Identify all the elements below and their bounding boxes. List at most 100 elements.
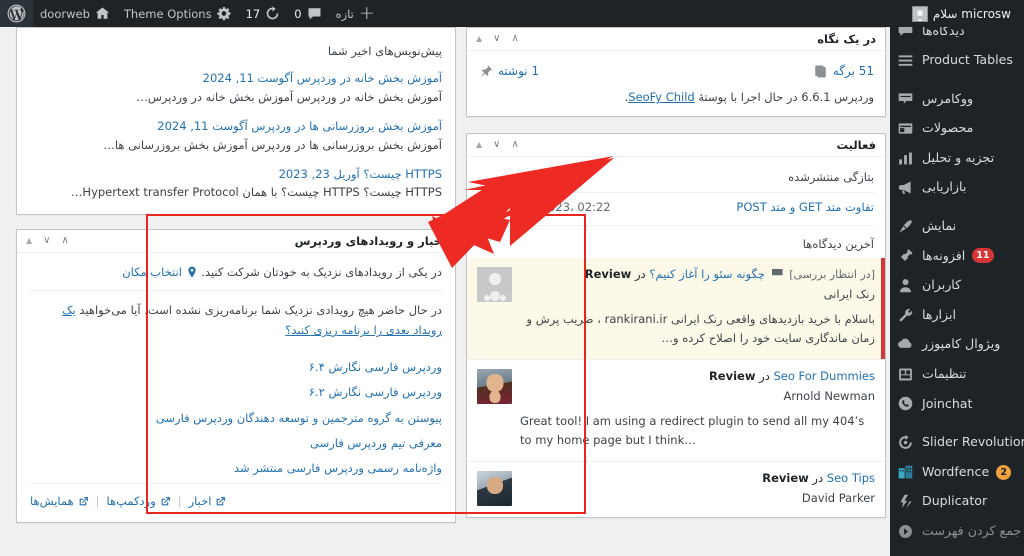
sidebar-item-users[interactable]: کاربران (890, 271, 1024, 301)
comment-post-link[interactable]: Seo Tips (827, 471, 875, 485)
sidebar-item-visual-composer[interactable]: ویژوال کامپوزر (890, 330, 1024, 360)
sidebar-item-plugins[interactable]: 11 افزونه‌ها (890, 241, 1024, 271)
sidebar-separator (890, 419, 1024, 428)
draft-heading[interactable]: آموزش بخش خانه در وردپرس آگوست 11, 2024 (30, 69, 442, 87)
updates-icon (266, 6, 279, 20)
draft-date: آگوست 11, 2024 (157, 119, 248, 134)
draft-date: آگوست 11, 2024 (202, 71, 294, 86)
sidebar-item-label: کاربران (922, 277, 962, 293)
tools-wrench-icon (896, 306, 915, 325)
account-menu[interactable]: سلام microsw (905, 0, 1018, 27)
sidebar-item-settings[interactable]: تنظیمات (890, 360, 1024, 390)
admin-bar-right: doorweb Theme Options 17 0 + تازه (0, 0, 382, 27)
sidebar-item-woocommerce[interactable]: ووکامرس (890, 84, 1024, 114)
draft-item: آموزش بخش خانه در وردپرس آگوست 11, 2024 … (30, 69, 442, 106)
sidebar-item-marketing[interactable]: بازاریابی (890, 173, 1024, 203)
no-events-note: در حال حاضر هیچ رویدادی نزدیک شما برنامه… (30, 290, 442, 350)
wordpress-logo-button[interactable] (0, 0, 33, 27)
draft-heading[interactable]: HTTPS چیست؟ آوریل 23, 2023 (30, 165, 442, 183)
toggle-panel-up-icon[interactable]: ∧ (61, 235, 68, 246)
comment-heading: [در انتظار بررسی] چگونه سئو را آغاز کنیم… (520, 267, 875, 281)
glance-posts-link[interactable]: 1 نوشته (478, 62, 539, 81)
admin-sidebar-menu: دیدگاه‌ها Product Tables ووکامرس محص (890, 0, 1024, 556)
sidebar-item-product-tables[interactable]: Product Tables (890, 46, 1024, 76)
order-higher-icon[interactable]: ▲ (476, 140, 482, 149)
panel-body: در یکی از رویدادهای نزدیک به خودتان شرکت… (17, 253, 455, 522)
draft-title-text: آموزش بخش بروزرسانی ها در وردپرس (251, 119, 442, 134)
toggle-panel-down-icon[interactable]: ∨ (493, 139, 500, 150)
order-higher-icon[interactable]: ▲ (26, 236, 32, 245)
news-link-item[interactable]: واژه‌نامه رسمی وردپرس فارسی منتشر شد (30, 456, 442, 481)
sidebar-item-products[interactable]: محصولات (890, 114, 1024, 144)
comment-text: Great tool! I am using a redirect plugin… (520, 413, 865, 447)
activity-title: فعالیت (836, 137, 876, 152)
news-link-item[interactable]: وردپرس فارسی نگارش ۶.۲ (30, 380, 442, 405)
draft-excerpt: HTTPS چیست؟ HTTPS چیست؟ با همان Hypertex… (70, 185, 442, 200)
sidebar-item-label: Joinchat (922, 395, 973, 411)
comments-button[interactable]: 0 (287, 0, 328, 27)
sidebar-item-wordfence[interactable]: 2 Wordfence (890, 457, 1024, 487)
comment-in-word: در (634, 266, 646, 281)
comment-post-link[interactable]: چگونه سئو را آغاز کنیم؟ (649, 267, 765, 281)
glance-pages-link[interactable]: 51 برگه (813, 62, 874, 81)
joinchat-whatsapp-icon (896, 394, 915, 413)
sidebar-item-label: محصولات (922, 120, 974, 136)
panel-body: 51 برگه 1 نوشته وردپرس 6.6.1 در حال اجرا… (467, 51, 885, 116)
pin-icon (480, 65, 493, 78)
external-link-icon (217, 497, 226, 506)
recent-post-link[interactable]: تفاوت متد GET و متد POST (736, 198, 874, 216)
sidebar-scroll-area: دیدگاه‌ها Product Tables ووکامرس محص (890, 16, 1024, 546)
comment-heading: Seo Tips در Review (520, 471, 875, 485)
toggle-panel-down-icon[interactable]: ∨ (493, 34, 500, 44)
at-a-glance-panel: در یک نگاه ▲ ∨ ∧ 51 برگه 1 نوشته وردپرس … (466, 27, 886, 117)
new-content-button[interactable]: + تازه (329, 0, 382, 27)
sidebar-item-collapse-menu[interactable]: جمع کردن فهرست (890, 517, 1024, 547)
news-footer-news[interactable]: اخبار (189, 492, 212, 510)
glance-counts-row: 51 برگه 1 نوشته (478, 60, 874, 88)
megaphone-icon (896, 178, 915, 197)
draft-heading[interactable]: آموزش بخش بروزرسانی ها در وردپرس آگوست 1… (30, 117, 442, 135)
sidebar-item-appearance[interactable]: نمایش (890, 212, 1024, 242)
site-name-label: doorweb (40, 6, 90, 21)
products-box-icon (896, 119, 915, 138)
order-higher-icon[interactable]: ▲ (476, 35, 482, 43)
news-link-item[interactable]: پیوستن به گروه مترجمین و توسعه دهندگان و… (30, 405, 442, 430)
toggle-panel-up-icon[interactable]: ∧ (511, 34, 518, 44)
sidebar-item-label: Product Tables (922, 52, 1013, 68)
flag-icon (771, 268, 783, 279)
quick-draft-panel: پیش‌نویس‌های اخیر شما آموزش بخش خانه در … (16, 27, 456, 215)
toggle-panel-down-icon[interactable]: ∨ (43, 235, 50, 246)
plugin-icon (896, 246, 915, 265)
site-home-button[interactable]: doorweb (33, 0, 117, 27)
sidebar-item-label: تنظیمات (922, 366, 967, 382)
updates-button[interactable]: 17 (239, 0, 288, 27)
draft-date: آوریل 23, 2023 (278, 166, 360, 181)
sidebar-item-label: Wordfence (922, 463, 990, 479)
sidebar-item-tools[interactable]: ابزارها (890, 300, 1024, 330)
comments-count: 0 (294, 6, 302, 21)
theme-options-button[interactable]: Theme Options (117, 0, 239, 27)
news-footer-wordcamps[interactable]: وردکمپ‌ها (107, 492, 156, 510)
sidebar-item-duplicator[interactable]: Duplicator (890, 487, 1024, 517)
sidebar-item-analytics[interactable]: تجزیه و تحلیل (890, 143, 1024, 173)
comment-author: David Parker (801, 490, 875, 505)
recent-post-date: آوریل 22nd 2023، 02:22 (478, 199, 611, 214)
collapse-menu-icon (896, 522, 915, 541)
glance-posts-label: 1 نوشته (498, 64, 540, 78)
comment-in-word: در (812, 470, 824, 485)
news-footer-meetups[interactable]: همایش‌ها (30, 492, 74, 510)
news-link-item[interactable]: وردپرس فارسی نگارش ۶.۴ (30, 354, 442, 379)
comment-in-word: در (759, 368, 770, 383)
sidebar-item-slider-revolution[interactable]: Slider Revolution (890, 428, 1024, 458)
comment-post-link[interactable]: Seo For Dummies (773, 369, 875, 383)
theme-link[interactable]: SeoFy Child (628, 90, 694, 104)
gear-icon (216, 7, 231, 21)
news-link-item[interactable]: معرفی تیم وردپرس فارسی (30, 431, 442, 456)
map-pin-icon (187, 266, 196, 278)
choose-location-link[interactable]: انتخاب مکان (122, 265, 182, 279)
sidebar-item-joinchat[interactable]: Joinchat (890, 389, 1024, 419)
events-lead: در یکی از رویدادهای نزدیک به خودتان شرکت… (30, 257, 442, 290)
comment-author: Arnold Newman (783, 388, 876, 403)
dashboard-column-right: در یک نگاه ▲ ∨ ∧ 51 برگه 1 نوشته وردپرس … (466, 27, 886, 534)
toggle-panel-up-icon[interactable]: ∧ (511, 139, 518, 150)
